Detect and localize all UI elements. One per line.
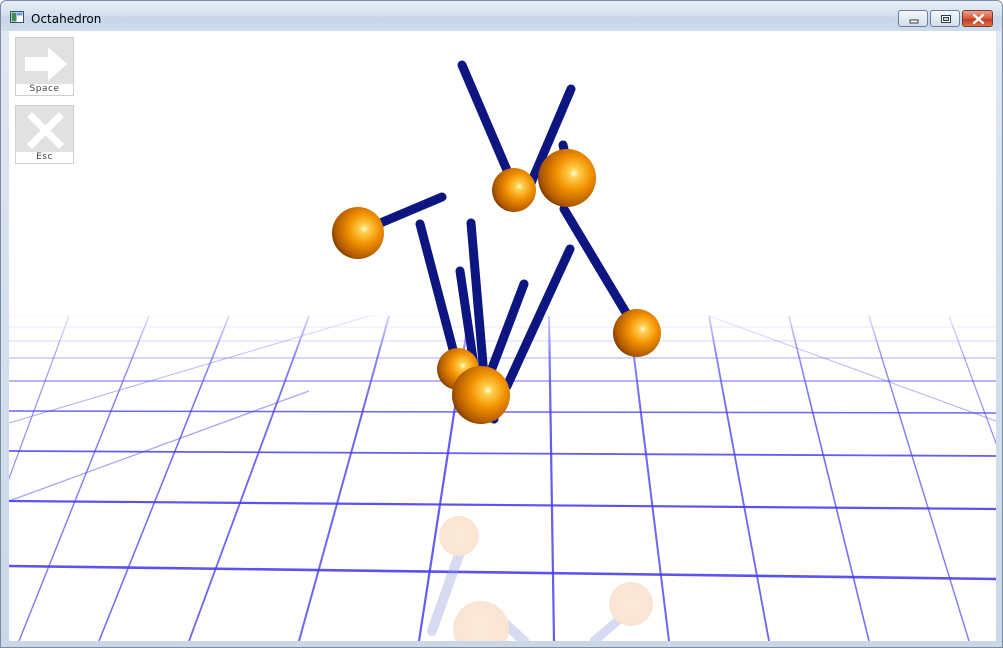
arrow-right-icon	[25, 47, 67, 81]
maximize-button[interactable]	[930, 10, 960, 27]
title-bar[interactable]: Octahedron	[1, 1, 1002, 31]
restore-icon	[941, 15, 951, 23]
vertex-ball	[452, 366, 510, 424]
caption-buttons	[898, 10, 993, 27]
window-title: Octahedron	[31, 12, 102, 26]
minimize-button[interactable]	[898, 10, 928, 27]
app-icon	[10, 11, 24, 23]
minimize-icon	[909, 19, 919, 24]
esc-key-button[interactable]: Esc	[15, 105, 74, 164]
floor-reflection	[427, 516, 653, 641]
app-window: Octahedron Space Esc	[0, 0, 1003, 648]
vertex-ball	[332, 207, 384, 259]
close-button[interactable]	[962, 10, 993, 27]
vertex-ball	[538, 149, 596, 207]
vertex-ball	[492, 168, 536, 212]
close-x-icon	[27, 112, 64, 149]
space-key-button[interactable]: Space	[15, 37, 74, 96]
vertex-ball	[613, 309, 661, 357]
space-key-label: Space	[16, 84, 73, 95]
render-viewport[interactable]: Space Esc	[9, 31, 996, 641]
esc-key-label: Esc	[16, 152, 73, 163]
close-icon	[972, 13, 985, 25]
octahedron-scene	[9, 60, 996, 641]
